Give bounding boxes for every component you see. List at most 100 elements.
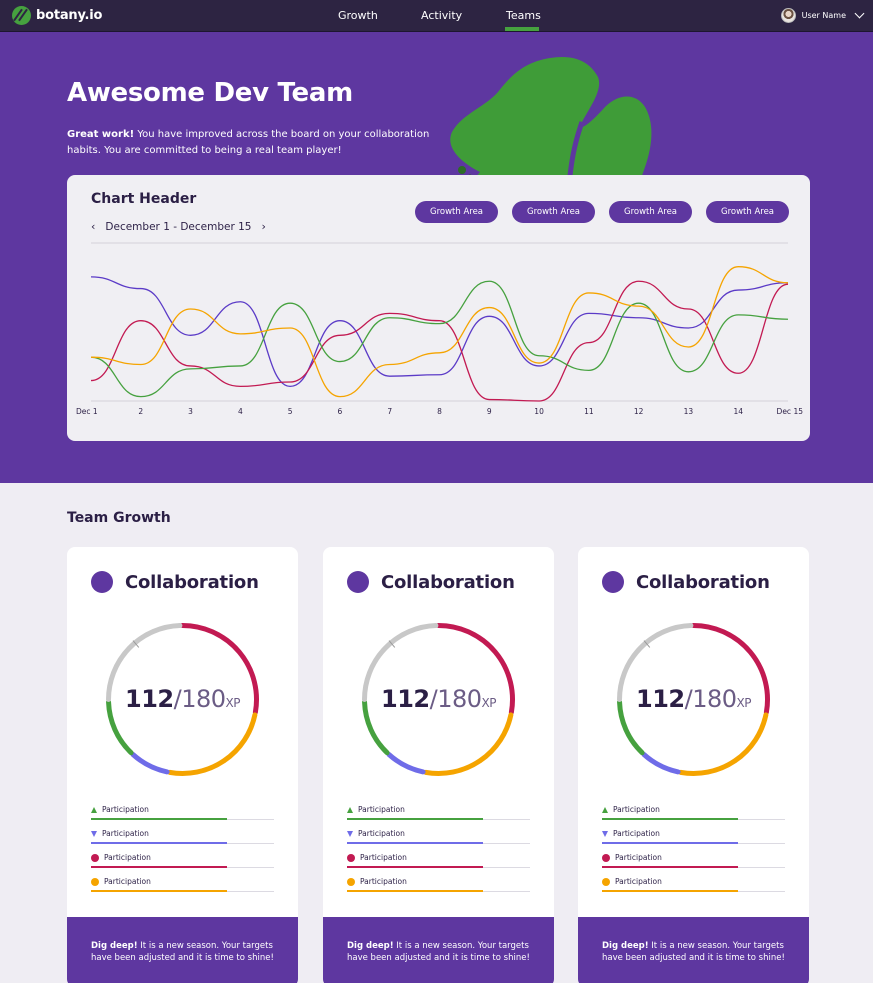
card-title: Collaboration xyxy=(636,571,770,593)
legend-row: Participation xyxy=(602,829,785,853)
chart-series-line xyxy=(90,276,789,388)
x-tick-label: 3 xyxy=(188,407,193,416)
legend-row: Participation xyxy=(91,877,274,901)
triangle-up-icon xyxy=(347,806,353,813)
nav-link-growth[interactable]: Growth xyxy=(338,9,378,22)
growth-area-pill[interactable]: Growth Area xyxy=(415,201,498,223)
legend-fill xyxy=(91,842,227,844)
triangle-down-icon xyxy=(347,830,353,837)
chevron-right-icon[interactable]: › xyxy=(261,220,265,233)
x-tick-label: 8 xyxy=(437,407,442,416)
dot-icon xyxy=(347,853,355,862)
legend-fill xyxy=(347,842,483,844)
card-footer: Dig deep! It is a new season. Your targe… xyxy=(323,917,554,983)
nav-link-activity[interactable]: Activity xyxy=(421,9,462,22)
dot-icon xyxy=(91,853,99,862)
x-tick-label: Dec 1 xyxy=(76,407,98,416)
legend-fill xyxy=(347,818,483,820)
legend-row: Participation xyxy=(602,877,785,901)
nav-link-teams[interactable]: Teams xyxy=(506,9,541,22)
legend-label: Participation xyxy=(102,805,149,814)
x-tick-label: 6 xyxy=(338,407,343,416)
x-tick-label: 11 xyxy=(584,407,594,416)
dot-icon xyxy=(602,877,610,886)
x-tick-label: 14 xyxy=(733,407,743,416)
xp-total: 180 xyxy=(437,685,482,713)
card-title: Collaboration xyxy=(381,571,515,593)
growth-card: Collaboration 112/180XP Participation Par… xyxy=(578,547,809,983)
legend-fill xyxy=(602,890,738,892)
logo-text: botany.io xyxy=(36,8,103,23)
card-header: Collaboration xyxy=(347,571,515,593)
dot-icon xyxy=(347,877,355,886)
legend-row: Participation xyxy=(347,877,530,901)
dot-icon xyxy=(91,877,99,886)
hero-message: Great work! You have improved across the… xyxy=(67,129,430,156)
participation-legend: Participation Participation Participation P… xyxy=(602,805,785,901)
triangle-up-icon xyxy=(91,806,97,813)
participation-legend: Participation Participation Participation P… xyxy=(347,805,530,901)
legend-label: Participation xyxy=(102,829,149,838)
dot-icon xyxy=(602,853,610,862)
legend-label: Participation xyxy=(615,877,662,886)
card-title: Collaboration xyxy=(125,571,259,593)
legend-row: Participation xyxy=(602,805,785,829)
xp-unit: XP xyxy=(736,696,752,710)
legend-label: Participation xyxy=(358,829,405,838)
legend-label: Participation xyxy=(104,877,151,886)
growth-card: Collaboration 112/180XP Participation Par… xyxy=(67,547,298,983)
legend-label: Participation xyxy=(613,829,660,838)
legend-label: Participation xyxy=(104,853,151,862)
legend-fill xyxy=(602,842,738,844)
triangle-down-icon xyxy=(91,830,97,837)
legend-row: Participation xyxy=(91,853,274,877)
legend-label: Participation xyxy=(615,853,662,862)
botany-logo-icon xyxy=(12,6,31,25)
card-footer: Dig deep! It is a new season. Your targe… xyxy=(67,917,298,983)
x-tick-label: 7 xyxy=(387,407,392,416)
category-dot-icon xyxy=(347,571,369,593)
triangle-up-icon xyxy=(602,806,608,813)
chevron-down-icon[interactable] xyxy=(854,8,865,19)
participation-legend: Participation Participation Participation P… xyxy=(91,805,274,901)
active-nav-indicator xyxy=(505,27,539,31)
legend-row: Participation xyxy=(347,853,530,877)
xp-current: 112 xyxy=(125,685,174,713)
user-menu[interactable]: User Name xyxy=(780,8,865,23)
card-header: Collaboration xyxy=(91,571,259,593)
legend-fill xyxy=(91,890,227,892)
section-title: Team Growth xyxy=(67,510,171,526)
legend-row: Participation xyxy=(347,805,530,829)
ring-segment-blue xyxy=(641,751,681,775)
growth-area-pill[interactable]: Growth Area xyxy=(609,201,692,223)
x-tick-label: 13 xyxy=(684,407,694,416)
chart-card: Dec 1 2 3 4 5 6 7 8 9 10 11 12 13 14 Dec 15 Chart Head… xyxy=(67,175,810,441)
xp-score: 112/180XP xyxy=(323,685,554,713)
ring-segment-blue xyxy=(130,751,170,775)
xp-unit: XP xyxy=(481,696,497,710)
logo[interactable]: botany.io xyxy=(12,6,102,25)
xp-score: 112/180XP xyxy=(67,685,298,713)
growth-area-pill[interactable]: Growth Area xyxy=(512,201,595,223)
legend-row: Participation xyxy=(91,829,274,853)
date-range-label: December 1 - December 15 xyxy=(105,220,252,233)
x-tick-label: 5 xyxy=(288,407,293,416)
growth-area-pill[interactable]: Growth Area xyxy=(706,201,789,223)
x-tick-label: Dec 15 xyxy=(777,407,804,416)
legend-fill xyxy=(91,818,227,820)
category-dot-icon xyxy=(602,571,624,593)
top-nav: botany.io Growth Activity Teams User Nam… xyxy=(0,0,873,32)
x-tick-label: 9 xyxy=(487,407,492,416)
chevron-left-icon[interactable]: ‹ xyxy=(91,220,95,233)
date-range-selector: ‹ December 1 - December 15 › xyxy=(91,220,266,233)
triangle-down-icon xyxy=(602,830,608,837)
category-dot-icon xyxy=(91,571,113,593)
legend-fill xyxy=(347,866,483,868)
ring-segment-orange xyxy=(678,712,769,776)
legend-label: Participation xyxy=(613,805,660,814)
legend-label: Participation xyxy=(360,853,407,862)
x-tick-label: 4 xyxy=(238,407,243,416)
growth-area-filters: Growth Area Growth Area Growth Area Grow… xyxy=(415,201,789,223)
ring-segment-orange xyxy=(167,712,258,776)
legend-fill xyxy=(602,818,738,820)
